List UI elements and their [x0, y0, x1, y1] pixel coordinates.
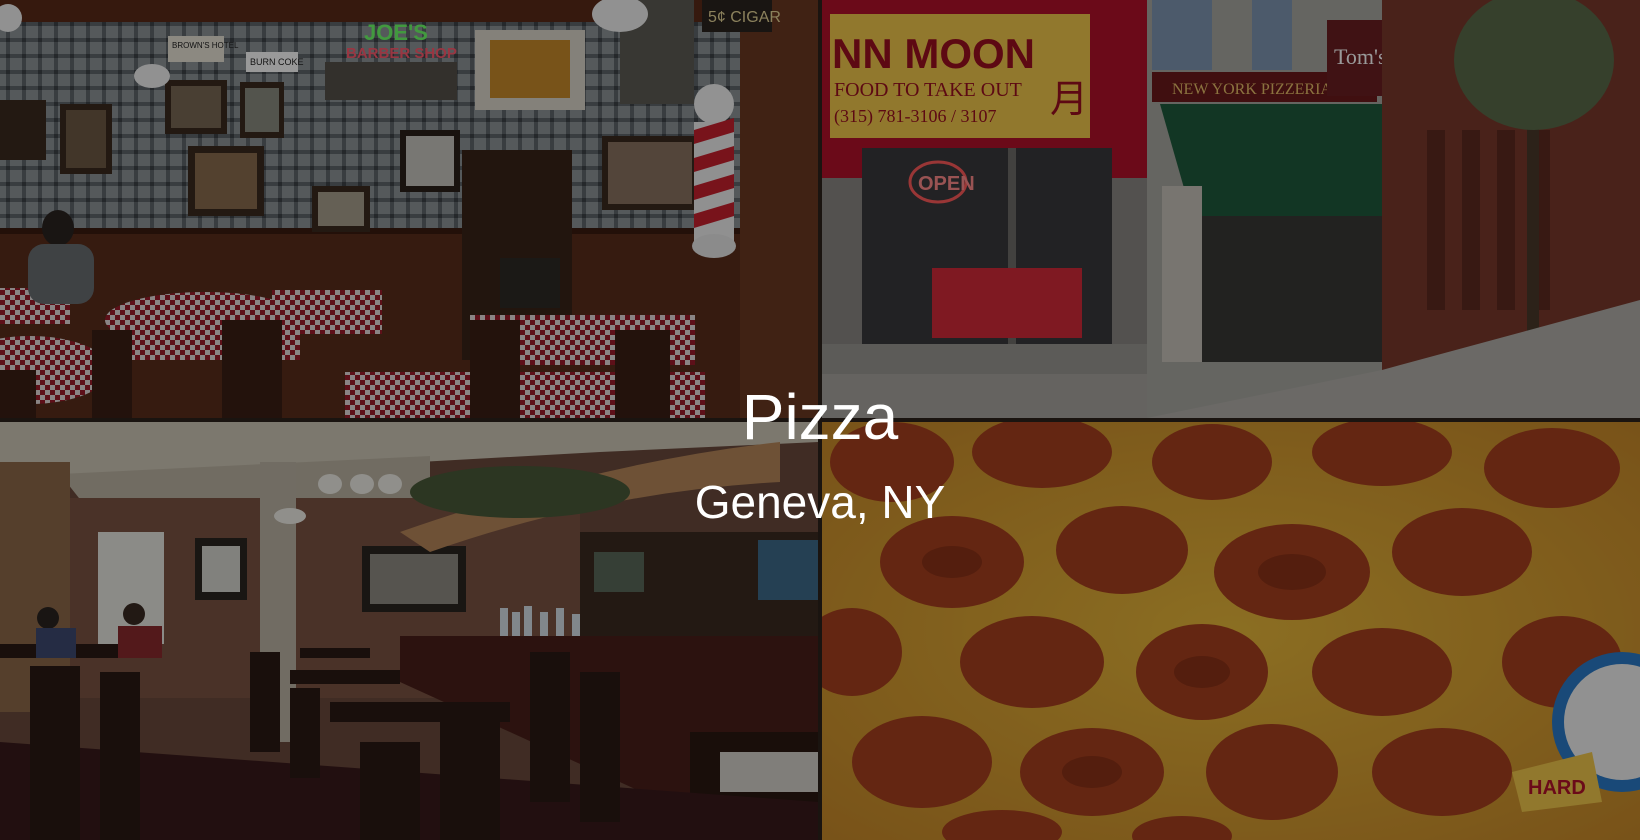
wall-sign-cigar: 5¢ CIGAR [708, 9, 781, 26]
awning-character: 月 [1050, 77, 1088, 121]
pizzeria-banner: NEW YORK PIZZERIA [1172, 81, 1332, 98]
wall-sign-coke: BURN COKE [250, 57, 304, 67]
photo-collage: JOE'S BARBER SHOP BROWN'S HOTEL BURN COK… [0, 0, 1640, 840]
awning-store-name: NN MOON [832, 30, 1035, 77]
open-sign: OPEN [918, 173, 975, 195]
neon-sign-bottom: BARBER SHOP [346, 45, 457, 62]
storefront-photo: NN MOON FOOD TO TAKE OUT (315) 781-3106 … [822, 0, 1640, 418]
awning-takeout-text: FOOD TO TAKE OUT [834, 79, 1022, 101]
awning-phone-text: (315) 781-3106 / 3107 [834, 106, 996, 127]
bar-room-photo [0, 422, 818, 840]
hanging-sign: Tom's [1334, 44, 1387, 69]
dining-room-photo: JOE'S BARBER SHOP BROWN'S HOTEL BURN COK… [0, 0, 818, 418]
pizza-logo-text: HARD [1528, 777, 1586, 799]
neon-sign-top: JOE'S [364, 20, 428, 45]
wall-sign-hotel: BROWN'S HOTEL [172, 41, 239, 50]
pizza-photo: HARD [822, 422, 1640, 840]
